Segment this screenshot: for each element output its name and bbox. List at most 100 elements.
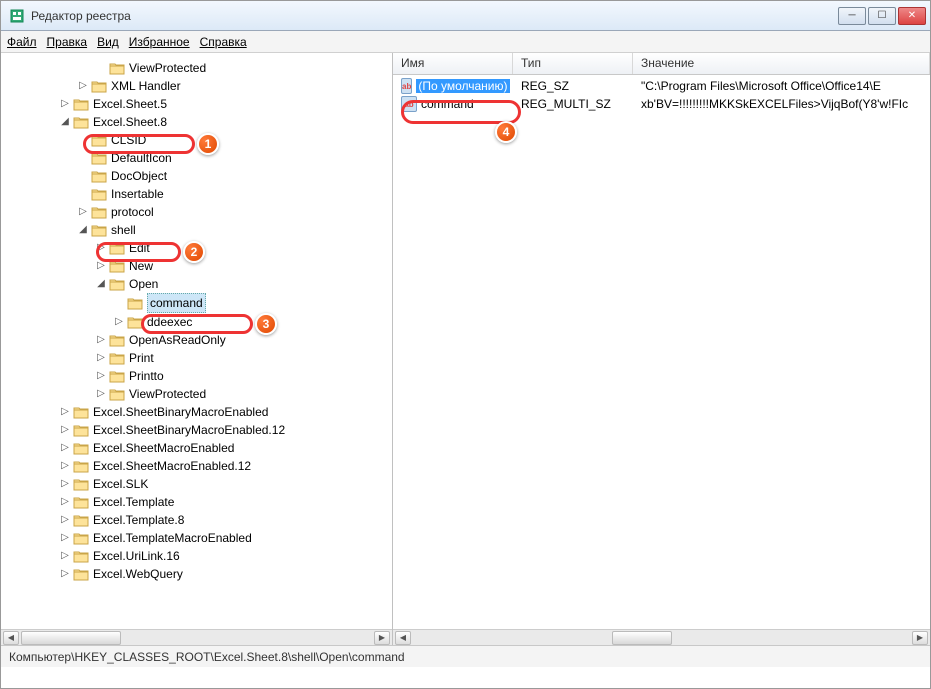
tree-item[interactable]: DefaultIcon xyxy=(5,149,388,167)
expand-toggle-icon[interactable]: ▷ xyxy=(59,475,71,493)
tree-label[interactable]: New xyxy=(129,257,153,275)
expand-toggle-icon[interactable]: ▷ xyxy=(95,257,107,275)
tree-label[interactable]: Excel.WebQuery xyxy=(93,565,183,583)
tree-label[interactable]: ddeexec xyxy=(147,313,192,331)
expand-toggle-icon[interactable]: ◢ xyxy=(77,221,89,239)
col-type[interactable]: Тип xyxy=(513,53,633,74)
tree-label[interactable]: Open xyxy=(129,275,158,293)
tree-label[interactable]: Excel.TemplateMacroEnabled xyxy=(93,529,252,547)
tree-label[interactable]: Excel.UriLink.16 xyxy=(93,547,180,565)
tree-item[interactable]: ▷ ViewProtected xyxy=(5,385,388,403)
tree-item[interactable]: ◢ Excel.Sheet.8 xyxy=(5,113,388,131)
col-value[interactable]: Значение xyxy=(633,53,930,74)
expand-toggle-icon[interactable]: ▷ xyxy=(113,313,125,331)
tree-item[interactable]: ▷ Excel.SheetMacroEnabled.12 xyxy=(5,457,388,475)
tree-label[interactable]: Excel.SLK xyxy=(93,475,148,493)
tree-label[interactable]: Print xyxy=(129,349,154,367)
tree-label[interactable]: DocObject xyxy=(111,167,167,185)
minimize-button[interactable]: ─ xyxy=(838,7,866,25)
expand-toggle-icon[interactable]: ▷ xyxy=(59,457,71,475)
menu-help[interactable]: Справка xyxy=(200,35,247,49)
menu-favorites[interactable]: Избранное xyxy=(129,35,190,49)
list-row[interactable]: ab(По умолчанию)REG_SZ"C:\Program Files\… xyxy=(393,77,930,95)
tree-label[interactable]: OpenAsReadOnly xyxy=(129,331,226,349)
callout-badge-4: 4 xyxy=(495,121,517,143)
tree-item[interactable]: ▷ Print xyxy=(5,349,388,367)
tree-item[interactable]: ▷ Excel.TemplateMacroEnabled xyxy=(5,529,388,547)
tree-item[interactable]: ViewProtected xyxy=(5,59,388,77)
scroll-left-icon[interactable]: ◀ xyxy=(3,631,19,645)
tree-label[interactable]: protocol xyxy=(111,203,154,221)
tree-item[interactable]: ▷ XML Handler xyxy=(5,77,388,95)
tree-label[interactable]: command xyxy=(147,293,206,313)
tree-item[interactable]: command xyxy=(5,293,388,313)
tree-label[interactable]: Edit xyxy=(129,239,150,257)
list-body[interactable]: ab(По умолчанию)REG_SZ"C:\Program Files\… xyxy=(393,75,930,629)
tree-item[interactable]: ▷ OpenAsReadOnly xyxy=(5,331,388,349)
expand-toggle-icon[interactable]: ▷ xyxy=(59,421,71,439)
tree-label[interactable]: Insertable xyxy=(111,185,164,203)
tree-item[interactable]: ▷ Excel.Sheet.5 xyxy=(5,95,388,113)
expand-toggle-icon[interactable]: ◢ xyxy=(59,113,71,131)
expand-toggle-icon[interactable]: ◢ xyxy=(95,275,107,293)
tree-label[interactable]: Printto xyxy=(129,367,164,385)
tree-item[interactable]: ◢ Open xyxy=(5,275,388,293)
scroll-right-icon[interactable]: ▶ xyxy=(912,631,928,645)
tree-label[interactable]: Excel.SheetMacroEnabled.12 xyxy=(93,457,251,475)
expand-toggle-icon[interactable]: ▷ xyxy=(59,439,71,457)
tree-item[interactable]: Insertable xyxy=(5,185,388,203)
registry-tree[interactable]: ViewProtected▷XML Handler▷Excel.Sheet.5◢… xyxy=(1,53,392,629)
scroll-left-icon[interactable]: ◀ xyxy=(395,631,411,645)
expand-toggle-icon[interactable]: ▷ xyxy=(59,565,71,583)
close-button[interactable]: ✕ xyxy=(898,7,926,25)
expand-toggle-icon[interactable]: ▷ xyxy=(77,203,89,221)
tree-label[interactable]: CLSID xyxy=(111,131,146,149)
tree-label[interactable]: ViewProtected xyxy=(129,385,206,403)
tree-item[interactable]: ▷ Excel.SheetBinaryMacroEnabled xyxy=(5,403,388,421)
tree-item[interactable]: ▷ Excel.SheetBinaryMacroEnabled.12 xyxy=(5,421,388,439)
expand-toggle-icon[interactable]: ▷ xyxy=(95,349,107,367)
tree-item[interactable]: ▷ Excel.Template xyxy=(5,493,388,511)
maximize-button[interactable]: ☐ xyxy=(868,7,896,25)
expand-toggle-icon[interactable]: ▷ xyxy=(95,367,107,385)
menu-view[interactable]: Вид xyxy=(97,35,119,49)
tree-item[interactable]: ▷ ddeexec xyxy=(5,313,388,331)
tree-hscroll[interactable]: ◀ ▶ xyxy=(1,629,392,645)
tree-item[interactable]: DocObject xyxy=(5,167,388,185)
tree-item[interactable]: ▷ Excel.UriLink.16 xyxy=(5,547,388,565)
tree-label[interactable]: ViewProtected xyxy=(129,59,206,77)
expand-toggle-icon[interactable]: ▷ xyxy=(95,385,107,403)
tree-label[interactable]: Excel.Template xyxy=(93,493,174,511)
scroll-right-icon[interactable]: ▶ xyxy=(374,631,390,645)
expand-toggle-icon[interactable]: ▷ xyxy=(77,77,89,95)
tree-label[interactable]: Excel.Template.8 xyxy=(93,511,184,529)
tree-label[interactable]: Excel.SheetBinaryMacroEnabled.12 xyxy=(93,421,285,439)
expand-toggle-icon[interactable]: ▷ xyxy=(59,529,71,547)
list-row[interactable]: abcommandREG_MULTI_SZxb'BV=!!!!!!!!!MKKS… xyxy=(393,95,930,113)
tree-item[interactable]: ▷ protocol xyxy=(5,203,388,221)
col-name[interactable]: Имя xyxy=(393,53,513,74)
tree-label[interactable]: Excel.SheetBinaryMacroEnabled xyxy=(93,403,268,421)
tree-item[interactable]: ▷ Excel.SLK xyxy=(5,475,388,493)
expand-toggle-icon[interactable]: ▷ xyxy=(59,547,71,565)
expand-toggle-icon[interactable]: ▷ xyxy=(59,511,71,529)
expand-toggle-icon[interactable]: ▷ xyxy=(59,493,71,511)
tree-label[interactable]: shell xyxy=(111,221,136,239)
tree-item[interactable]: ▷ Excel.SheetMacroEnabled xyxy=(5,439,388,457)
menu-file[interactable]: Файл xyxy=(7,35,37,49)
tree-item[interactable]: ▷ Excel.Template.8 xyxy=(5,511,388,529)
tree-label[interactable]: DefaultIcon xyxy=(111,149,172,167)
tree-label[interactable]: XML Handler xyxy=(111,77,181,95)
list-hscroll[interactable]: ◀ ▶ xyxy=(393,629,930,645)
expand-toggle-icon[interactable]: ▷ xyxy=(59,403,71,421)
menu-edit[interactable]: Правка xyxy=(47,35,88,49)
tree-label[interactable]: Excel.Sheet.5 xyxy=(93,95,167,113)
expand-toggle-icon[interactable]: ▷ xyxy=(95,331,107,349)
tree-item[interactable]: ▷ Excel.WebQuery xyxy=(5,565,388,583)
tree-item[interactable]: ▷ Printto xyxy=(5,367,388,385)
expand-toggle-icon[interactable]: ▷ xyxy=(95,239,107,257)
tree-item[interactable]: ◢ shell xyxy=(5,221,388,239)
expand-toggle-icon[interactable]: ▷ xyxy=(59,95,71,113)
tree-label[interactable]: Excel.SheetMacroEnabled xyxy=(93,439,234,457)
tree-label[interactable]: Excel.Sheet.8 xyxy=(93,113,167,131)
